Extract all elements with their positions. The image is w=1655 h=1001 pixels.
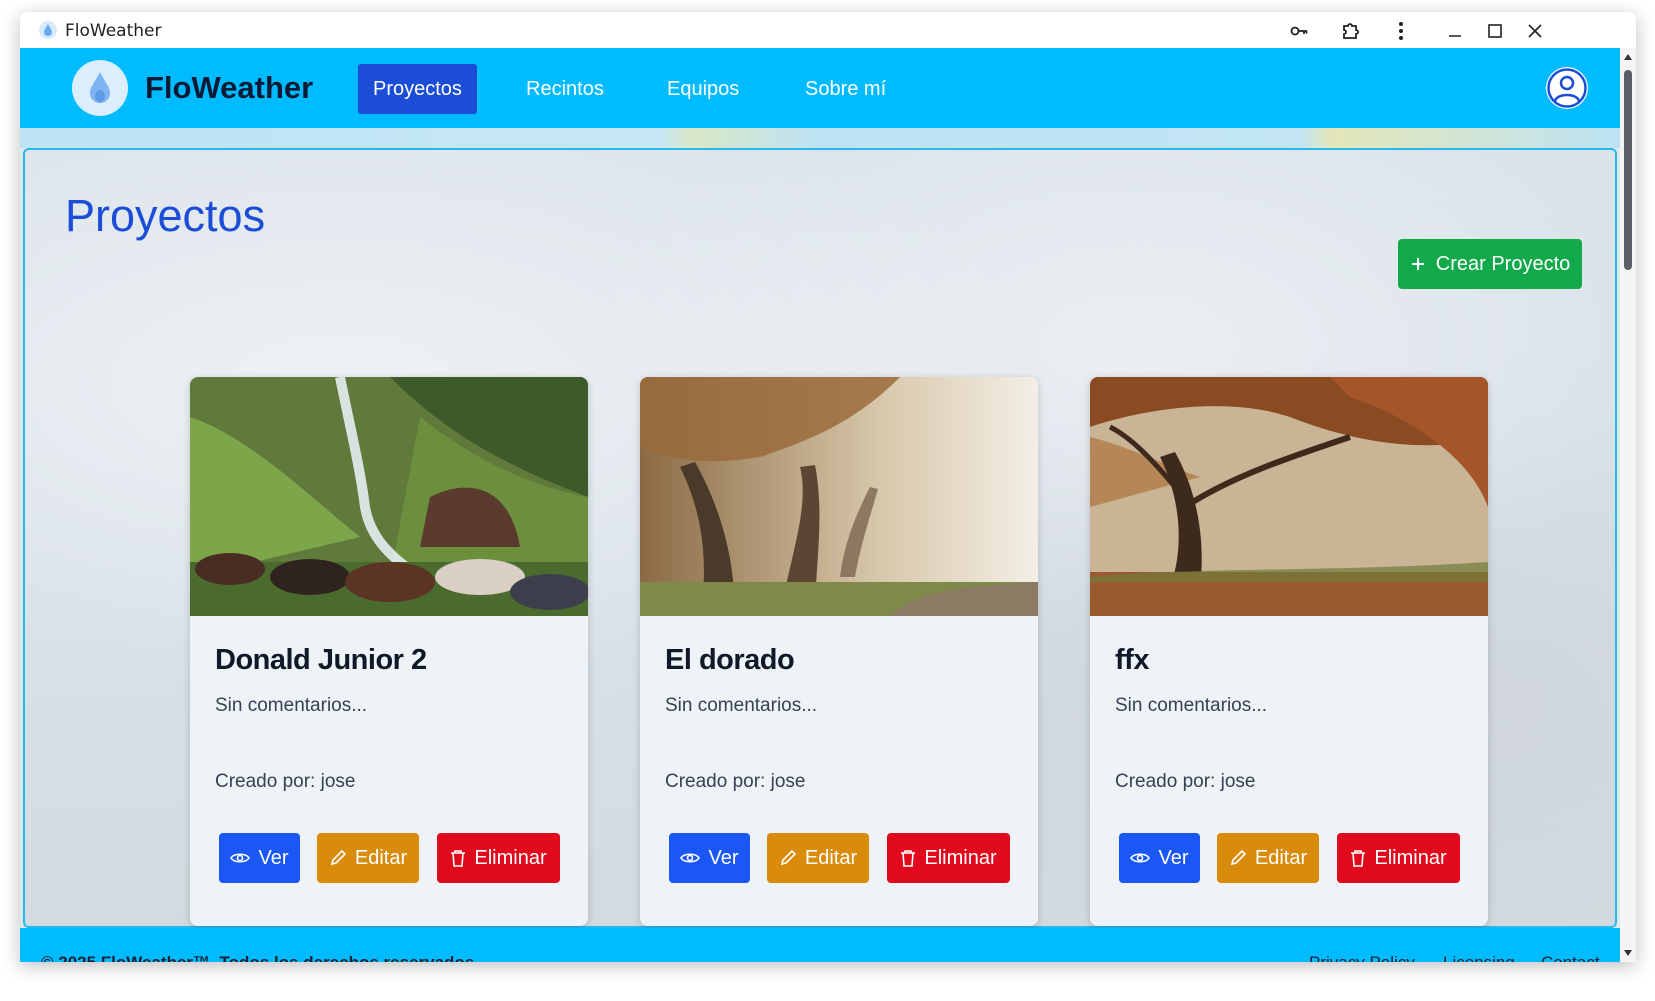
page-title: Proyectos — [65, 190, 266, 241]
project-description: Sin comentarios... — [215, 695, 368, 716]
trash-icon — [901, 850, 916, 867]
delete-label: Eliminar — [1374, 846, 1447, 869]
title-bar: FloWeather — [20, 12, 1636, 48]
view-label: Ver — [1158, 846, 1189, 869]
trash-icon — [451, 850, 466, 867]
eye-icon — [230, 853, 251, 863]
view-button[interactable]: Ver — [669, 833, 750, 883]
app-droplet-icon — [39, 21, 57, 39]
project-card: Donald Junior 2 Sin comentarios... Cread… — [190, 377, 588, 926]
project-title: Donald Junior 2 — [215, 644, 427, 676]
view-button[interactable]: Ver — [1119, 833, 1200, 883]
scroll-down-arrow-icon[interactable] — [1623, 948, 1633, 958]
minimize-icon[interactable] — [1442, 18, 1468, 44]
background-banner — [20, 128, 1620, 148]
window-title: FloWeather — [65, 21, 162, 41]
plus-icon — [1411, 258, 1424, 270]
close-icon[interactable] — [1522, 18, 1548, 44]
project-image-autumn-tree — [1090, 377, 1488, 616]
project-card: El dorado Sin comentarios... Creado por:… — [640, 377, 1038, 926]
nav-item-equipos[interactable]: Equipos — [652, 64, 754, 114]
delete-button[interactable]: Eliminar — [1337, 833, 1460, 883]
eye-icon — [680, 853, 701, 863]
project-card: ffx Sin comentarios... Creado por: jose … — [1090, 377, 1488, 926]
pencil-icon — [780, 849, 797, 866]
scroll-up-arrow-icon[interactable] — [1623, 52, 1633, 62]
droplet-icon — [90, 72, 110, 103]
edit-label: Editar — [354, 846, 408, 869]
more-menu-icon[interactable] — [1388, 18, 1414, 44]
nav-item-recintos[interactable]: Recintos — [511, 64, 619, 114]
nav-item-sobre-mi[interactable]: Sobre mí — [790, 64, 901, 114]
page-viewport: FloWeather Proyectos Recintos Equipos So… — [20, 48, 1620, 962]
project-author: Creado por: jose — [665, 771, 806, 792]
view-button[interactable]: Ver — [219, 833, 300, 883]
pencil-icon — [1230, 849, 1247, 866]
maximize-icon[interactable] — [1482, 18, 1508, 44]
vertical-scrollbar[interactable] — [1620, 48, 1636, 962]
footer-link-licensing[interactable]: Licensing — [1443, 953, 1515, 962]
create-project-label: Crear Proyecto — [1435, 252, 1571, 275]
edit-button[interactable]: Editar — [317, 833, 419, 883]
project-title: ffx — [1115, 644, 1149, 676]
trash-icon — [1351, 850, 1366, 867]
create-project-button[interactable]: Crear Proyecto — [1398, 239, 1582, 289]
nav-item-proyectos[interactable]: Proyectos — [358, 64, 477, 114]
delete-label: Eliminar — [924, 846, 997, 869]
project-author: Creado por: jose — [215, 771, 356, 792]
edit-label: Editar — [1254, 846, 1308, 869]
view-label: Ver — [708, 846, 739, 869]
user-avatar-icon[interactable] — [1545, 66, 1589, 110]
browser-window: FloWeather FloWeather Proyectos Recintos… — [20, 12, 1636, 962]
delete-button[interactable]: Eliminar — [887, 833, 1010, 883]
brand-name[interactable]: FloWeather — [145, 70, 313, 106]
project-description: Sin comentarios... — [1115, 695, 1268, 716]
extensions-icon[interactable] — [1338, 18, 1364, 44]
view-label: Ver — [258, 846, 289, 869]
footer-link-privacy[interactable]: Privacy Policy — [1309, 953, 1415, 962]
project-image-waterfall — [190, 377, 588, 616]
scrollbar-thumb[interactable] — [1624, 70, 1632, 270]
page-footer: © 2025 FloWeather™. Todos los derechos r… — [20, 928, 1620, 962]
key-icon[interactable] — [1286, 18, 1312, 44]
brand-logo[interactable] — [72, 60, 128, 116]
project-image-foggy-trees — [640, 377, 1038, 616]
project-description: Sin comentarios... — [665, 695, 818, 716]
edit-label: Editar — [804, 846, 858, 869]
footer-copyright: © 2025 FloWeather™. Todos los derechos r… — [41, 953, 479, 962]
edit-button[interactable]: Editar — [767, 833, 869, 883]
footer-link-contact[interactable]: Contact — [1541, 953, 1600, 962]
edit-button[interactable]: Editar — [1217, 833, 1319, 883]
eye-icon — [1130, 853, 1151, 863]
pencil-icon — [330, 849, 347, 866]
delete-button[interactable]: Eliminar — [437, 833, 560, 883]
delete-label: Eliminar — [474, 846, 547, 869]
project-title: El dorado — [665, 644, 795, 676]
project-author: Creado por: jose — [1115, 771, 1256, 792]
top-navbar: FloWeather Proyectos Recintos Equipos So… — [20, 48, 1620, 128]
